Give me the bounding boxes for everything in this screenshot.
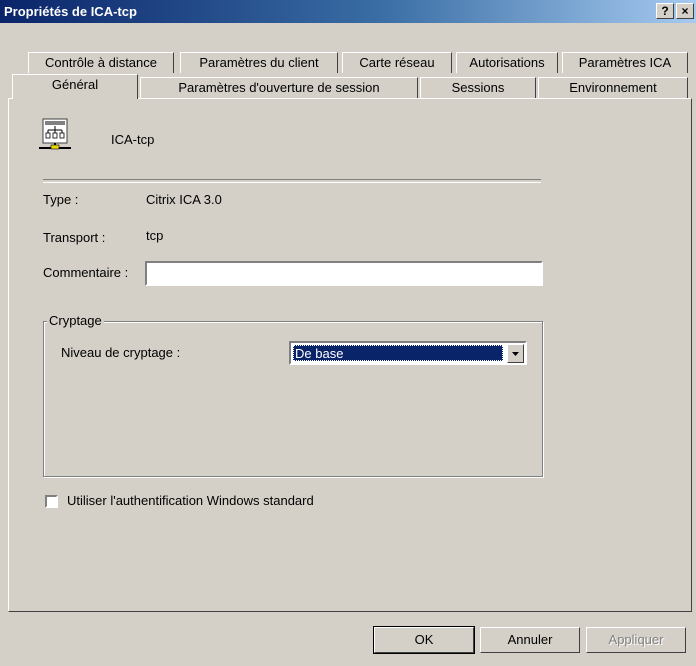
type-value: Citrix ICA 3.0 xyxy=(146,192,222,207)
connection-name: ICA-tcp xyxy=(111,132,155,147)
network-connection-icon xyxy=(39,117,75,153)
comment-field[interactable] xyxy=(145,261,543,286)
tab-parametres-ica[interactable]: Paramètres ICA xyxy=(562,52,688,73)
auth-checkbox[interactable] xyxy=(45,495,58,508)
encryption-level-label: Niveau de cryptage : xyxy=(61,345,181,360)
type-label: Type : xyxy=(43,192,79,207)
auth-checkbox-label[interactable]: Utiliser l'authentification Windows stan… xyxy=(67,493,314,508)
properties-dialog: Propriétés de ICA-tcp ? × Contrôle à dis… xyxy=(0,0,696,666)
comment-label: Commentaire : xyxy=(43,265,129,280)
tab-environnement[interactable]: Environnement xyxy=(538,77,688,98)
tab-sessions[interactable]: Sessions xyxy=(420,77,536,98)
tab-panel-general: ICA-tcp Type : Citrix ICA 3.0 Transport … xyxy=(8,98,692,612)
dropdown-arrow-button[interactable] xyxy=(507,344,524,363)
chevron-down-icon xyxy=(512,352,519,356)
tab-carte-reseau[interactable]: Carte réseau xyxy=(342,52,452,73)
window-title: Propriétés de ICA-tcp xyxy=(4,4,137,19)
tab-controle-a-distance[interactable]: Contrôle à distance xyxy=(28,52,174,73)
ok-button[interactable]: OK xyxy=(373,626,475,654)
cancel-button[interactable]: Annuler xyxy=(480,627,580,653)
transport-label: Transport : xyxy=(43,230,106,245)
help-button[interactable]: ? xyxy=(656,3,674,19)
separator xyxy=(43,179,541,183)
encryption-level-select[interactable]: De base xyxy=(289,341,527,365)
transport-value: tcp xyxy=(146,228,164,243)
close-button[interactable]: × xyxy=(676,3,694,19)
encryption-level-value: De base xyxy=(293,345,503,361)
encryption-group-label: Cryptage xyxy=(47,313,104,328)
title-bar[interactable]: Propriétés de ICA-tcp ? × xyxy=(0,0,696,23)
tab-autorisations[interactable]: Autorisations xyxy=(456,52,558,73)
apply-button[interactable]: Appliquer xyxy=(586,627,686,653)
tab-general[interactable]: Général xyxy=(12,74,138,99)
tab-parametres-ouverture-session[interactable]: Paramètres d'ouverture de session xyxy=(140,77,418,98)
tab-parametres-du-client[interactable]: Paramètres du client xyxy=(180,52,338,73)
